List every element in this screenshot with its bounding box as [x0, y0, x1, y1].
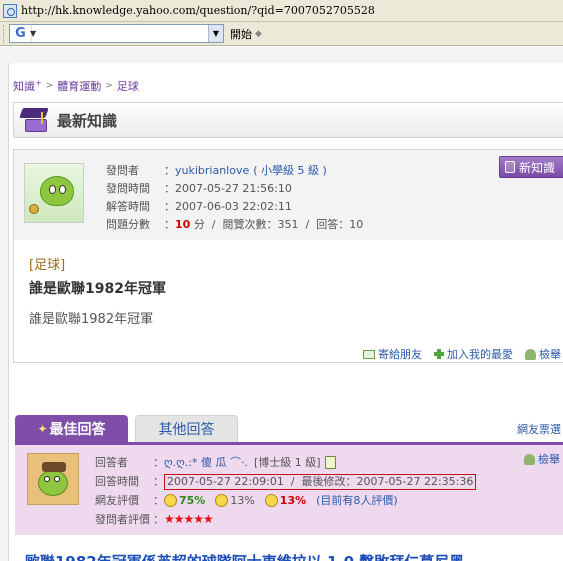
- page-content: 知識+ > 體育運動 > 足球 最新知識 發問者 ： yukibrianlove…: [8, 63, 563, 561]
- report-icon: [525, 348, 536, 360]
- answerer-label: 回答者: [95, 456, 128, 469]
- star-rating: ★★★★★: [164, 512, 214, 526]
- sad-face-icon: [264, 494, 278, 507]
- asker-label: 發問者: [106, 164, 139, 177]
- asked-time: 2007-05-27 21:56:10: [175, 182, 292, 195]
- rating-count: (目前有8人評價): [316, 494, 398, 507]
- plus-icon: [434, 349, 444, 359]
- latest-knowledge-header: 最新知識: [13, 102, 563, 138]
- vote-link[interactable]: 網友票選: [517, 421, 561, 437]
- question-title: 誰是歐聯1982年冠軍: [29, 281, 166, 297]
- report-answer-link[interactable]: 檢舉: [524, 451, 560, 467]
- chevron-down-icon[interactable]: ▼: [30, 29, 36, 38]
- page-icon: [3, 3, 17, 18]
- breadcrumb-root-sup: +: [35, 78, 42, 88]
- more-arrow-icon[interactable]: ◆: [255, 29, 262, 39]
- breadcrumb-separator-icon: >: [105, 81, 113, 91]
- score-label: 問題分數: [106, 218, 150, 231]
- best-answer-panel: 回答者 ： ღ.ღ.:* 傻 瓜 ⌒·. [博士級 1 級] 回答時間 ： 20…: [15, 445, 563, 535]
- asker-name-link[interactable]: yukibrianlove: [175, 162, 249, 180]
- mail-icon: [363, 349, 375, 359]
- answerer-level: [博士級 1 級]: [253, 456, 321, 469]
- views-value: 351: [277, 218, 299, 231]
- search-dropdown-button[interactable]: ▼: [208, 25, 223, 42]
- answer-time: 2007-05-27 22:09:01: [167, 474, 284, 488]
- rating-label: 網友評價: [95, 494, 139, 507]
- toolbar-grip[interactable]: [3, 24, 6, 43]
- question-panel: 發問者 ： yukibrianlove ( 小學級 5 級 ) 發問時間 ： 2…: [13, 149, 563, 363]
- rating-neutral[interactable]: 13%: [215, 491, 255, 510]
- google-toolbar: G ▼ ▼ 開始 ◆: [0, 22, 563, 46]
- address-url[interactable]: http://hk.knowledge.yahoo.com/question/?…: [21, 4, 375, 17]
- tab-other-answers[interactable]: 其他回答: [135, 415, 238, 442]
- tab-best-answer[interactable]: ✦ 最佳回答: [15, 415, 128, 442]
- toolbar-search-input[interactable]: [39, 25, 208, 42]
- asker-rating-label: 發問者評價: [95, 513, 150, 526]
- score-unit: 分: [193, 218, 205, 231]
- address-bar[interactable]: http://hk.knowledge.yahoo.com/question/?…: [0, 0, 563, 22]
- graduation-cap-icon: [19, 106, 51, 134]
- question-actions: 寄給朋友 加入我的最愛 檢舉: [363, 346, 561, 362]
- add-favorite-link[interactable]: 加入我的最愛: [434, 346, 513, 362]
- page-viewport: 知識+ > 體育運動 > 足球 最新知識 發問者 ： yukibrianlove…: [0, 47, 563, 561]
- best-answer-headline: 歐聯1982年冠軍係英超的球隊阿士東維拉以 1-0 擊敗拜仁慕尼黑: [25, 551, 464, 561]
- last-edit-time: 2007-05-27 22:35:36: [356, 474, 474, 488]
- section-title: 最新知識: [57, 111, 118, 130]
- medal-icon: [29, 204, 39, 214]
- google-logo-icon[interactable]: G: [10, 25, 32, 42]
- breadcrumb-root[interactable]: 知識+: [13, 78, 42, 94]
- toolbar-search-combo[interactable]: G ▼ ▼: [9, 24, 224, 43]
- go-button[interactable]: 開始: [230, 26, 252, 42]
- solved-time: 2007-06-03 22:02:11: [175, 200, 292, 213]
- rating-bad[interactable]: 13%: [264, 491, 306, 510]
- answer-time-highlight: 2007-05-27 22:09:01 / 最後修改： 2007-05-27 2…: [164, 473, 477, 490]
- views-label: 閱覽次數: [222, 218, 267, 231]
- question-info: 發問者 ： yukibrianlove ( 小學級 5 級 ) 發問時間 ： 2…: [14, 150, 563, 240]
- report-icon: [524, 453, 535, 465]
- new-knowledge-button[interactable]: 新知識: [499, 156, 563, 178]
- send-to-friend-link[interactable]: 寄給朋友: [363, 346, 422, 362]
- solved-time-label: 解答時間: [106, 200, 150, 213]
- breadcrumb-sports[interactable]: 體育運動: [57, 78, 101, 94]
- score-value: 10: [175, 218, 191, 231]
- answers-label: 回答: [316, 218, 339, 231]
- category-tag[interactable]: [足球]: [29, 254, 65, 273]
- breadcrumb: 知識+ > 體育運動 > 足球: [13, 78, 139, 94]
- breadcrumb-football[interactable]: 足球: [117, 78, 139, 94]
- lightbulb-icon: [505, 161, 515, 173]
- answer-time-label: 回答時間: [95, 475, 139, 488]
- asker-level: ( 小學級 5 級 ): [253, 164, 327, 177]
- answerer-avatar[interactable]: [27, 453, 79, 505]
- last-edit-label: 最後修改：: [301, 474, 357, 488]
- happy-face-icon: [164, 494, 177, 507]
- rating-good[interactable]: 75%: [164, 491, 205, 510]
- lightbulb-icon: ✦: [37, 421, 48, 436]
- answerer-name-link[interactable]: ღ.ღ.:* 傻 瓜 ⌒·.: [164, 453, 248, 472]
- report-question-link[interactable]: 檢舉: [525, 346, 561, 362]
- asked-time-label: 發問時間: [106, 182, 150, 195]
- notebook-icon[interactable]: [324, 456, 336, 469]
- breadcrumb-separator-icon: >: [45, 81, 54, 91]
- answers-value: 10: [349, 218, 364, 231]
- question-body: 誰是歐聯1982年冠軍: [29, 312, 154, 327]
- neutral-face-icon: [215, 494, 229, 507]
- asker-avatar[interactable]: [24, 163, 84, 223]
